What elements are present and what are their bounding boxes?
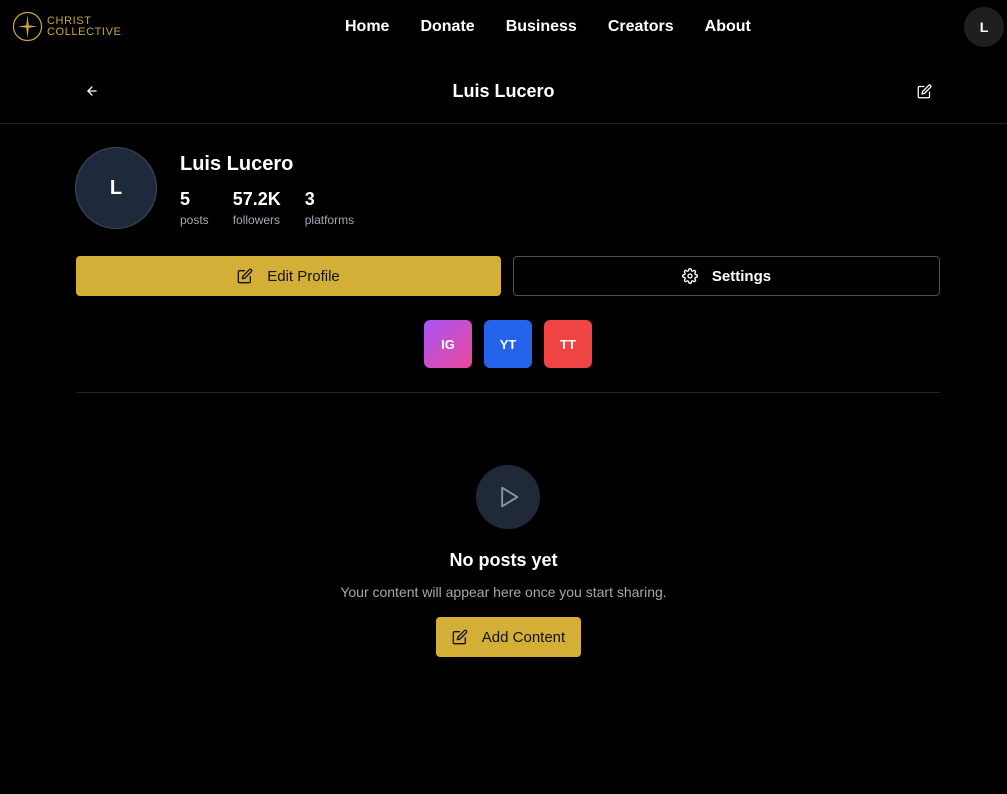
empty-state-icon-wrap bbox=[476, 465, 540, 529]
edit-profile-button[interactable]: Edit Profile bbox=[76, 256, 501, 296]
top-nav: CHRIST COLLECTIVE Home Donate Business C… bbox=[0, 0, 1007, 56]
page-title: Luis Lucero bbox=[452, 81, 555, 101]
stat-value: 5 bbox=[180, 189, 191, 209]
brand-logo[interactable]: CHRIST COLLECTIVE bbox=[12, 11, 121, 42]
edit-icon bbox=[452, 629, 468, 645]
brand-line-1: CHRIST bbox=[47, 14, 92, 27]
stat-label: posts bbox=[180, 213, 209, 227]
profile-avatar: L bbox=[75, 147, 157, 229]
platform-instagram[interactable]: IG bbox=[424, 320, 472, 368]
empty-state-title: No posts yet bbox=[449, 550, 558, 570]
nav-link-business[interactable]: Business bbox=[506, 17, 577, 37]
header-edit-button[interactable] bbox=[913, 80, 935, 102]
settings-label: Settings bbox=[711, 267, 772, 285]
section-divider bbox=[76, 392, 940, 393]
nav-link-donate[interactable]: Donate bbox=[420, 17, 474, 37]
edit-profile-label: Edit Profile bbox=[267, 267, 340, 285]
stat-followers: 57.2K followers bbox=[233, 189, 281, 228]
stat-value: 57.2K bbox=[232, 189, 281, 209]
profile-stats: 5 posts 57.2K followers 3 platforms bbox=[180, 189, 354, 228]
add-content-button[interactable]: Add Content bbox=[436, 617, 581, 657]
play-icon bbox=[501, 486, 519, 508]
edit-icon bbox=[917, 84, 931, 98]
nav-link-about[interactable]: About bbox=[705, 17, 751, 37]
star-logo-icon bbox=[12, 11, 43, 42]
empty-state-subtitle: Your content will appear here once you s… bbox=[340, 584, 667, 600]
brand-wordmark: CHRIST COLLECTIVE bbox=[47, 14, 122, 38]
profile-header: Luis Lucero bbox=[0, 56, 1007, 124]
add-content-label: Add Content bbox=[481, 628, 566, 646]
stat-label: platforms bbox=[304, 213, 355, 227]
nav-links: Home Donate Business Creators About bbox=[345, 17, 751, 37]
edit-icon bbox=[237, 268, 253, 284]
platform-youtube[interactable]: YT bbox=[484, 320, 532, 368]
profile-name: Luis Lucero bbox=[180, 153, 294, 175]
platform-list: IG YT TT bbox=[424, 320, 592, 368]
brand-line-2: COLLECTIVE bbox=[47, 25, 122, 38]
stat-value: 3 bbox=[304, 189, 315, 209]
settings-button[interactable]: Settings bbox=[513, 256, 940, 296]
nav-link-home[interactable]: Home bbox=[345, 17, 389, 37]
stat-platforms: 3 platforms bbox=[305, 189, 354, 228]
nav-link-creators[interactable]: Creators bbox=[608, 17, 674, 37]
user-avatar[interactable]: L bbox=[964, 7, 1004, 47]
stat-posts: 5 posts bbox=[180, 189, 209, 228]
platform-tiktok[interactable]: TT bbox=[544, 320, 592, 368]
gear-icon bbox=[681, 268, 698, 284]
stat-label: followers bbox=[232, 213, 281, 227]
